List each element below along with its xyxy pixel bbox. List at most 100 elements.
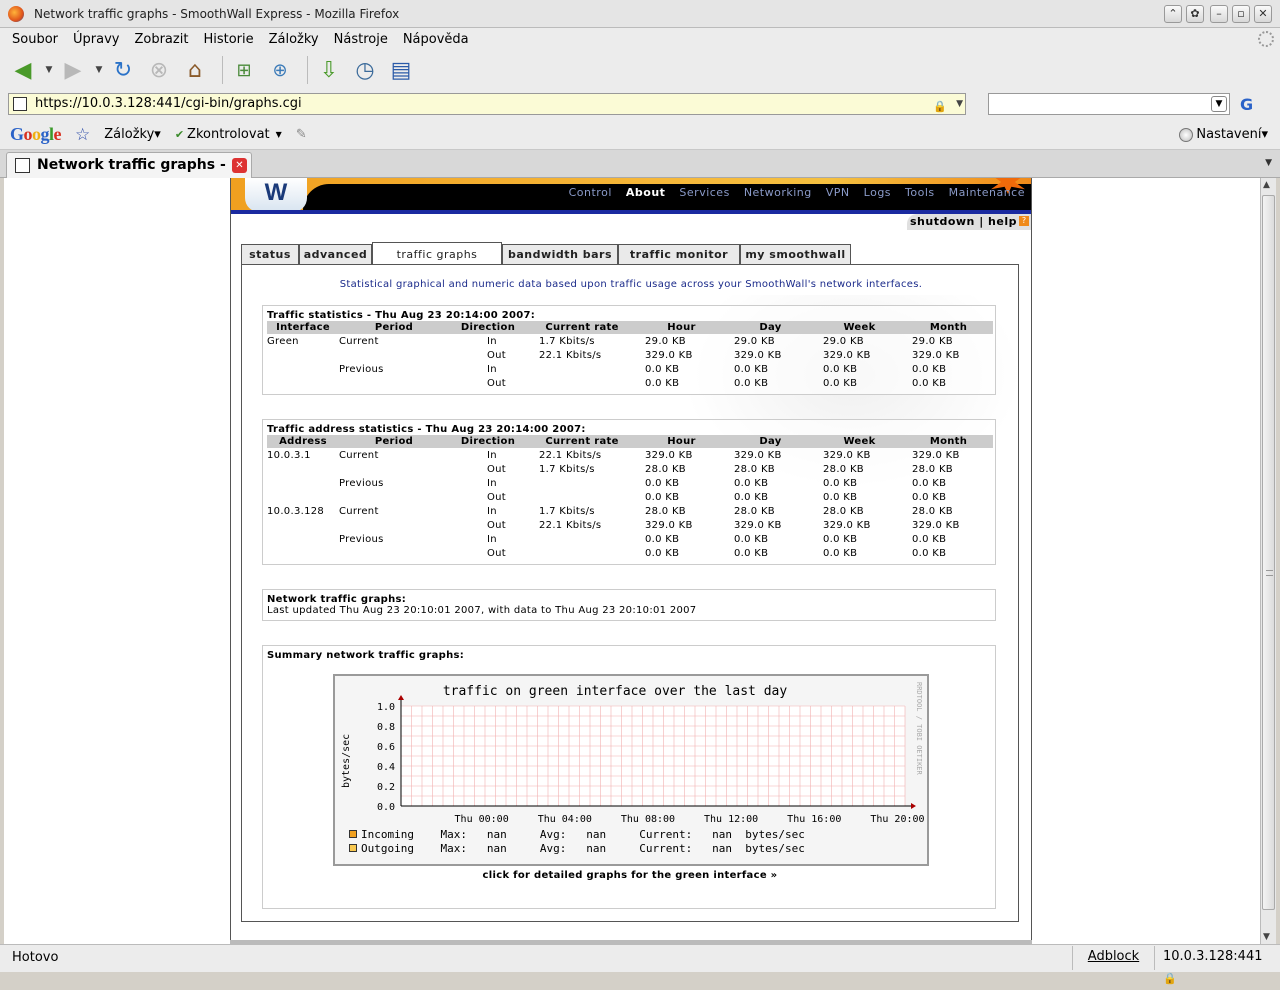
- close-tab-icon[interactable]: ✕: [232, 158, 247, 173]
- table-cell: [527, 490, 637, 504]
- back-history-dropdown[interactable]: ▼: [44, 55, 54, 85]
- tab-network-traffic-graphs[interactable]: Network traffic graphs - ... ✕: [6, 152, 252, 178]
- graphs-updated-text: Last updated Thu Aug 23 20:10:01 2007, w…: [267, 605, 697, 616]
- vertical-scrollbar[interactable]: ▲ ▼: [1260, 178, 1276, 944]
- nav-networking[interactable]: Networking: [744, 186, 812, 199]
- tab-my-smoothwall[interactable]: my smoothwall: [740, 244, 851, 266]
- scroll-down-icon[interactable]: ▼: [1263, 932, 1270, 942]
- table-row: Out 1.7 Kbits/s 28.0 KB 28.0 KB 28.0 KB 28.0 …: [267, 462, 993, 476]
- tab-advanced[interactable]: advanced: [299, 244, 372, 266]
- window-settings-icon[interactable]: ✿: [1186, 5, 1204, 23]
- y-tick-label: 0.4: [377, 762, 395, 773]
- back-arrow-icon[interactable]: ◀: [8, 55, 38, 85]
- graphs-info-title: Network traffic graphs:: [267, 594, 407, 605]
- nav-logs[interactable]: Logs: [864, 186, 891, 199]
- new-window-icon[interactable]: ⊞: [229, 55, 259, 85]
- table-cell: 329.0 KB: [912, 349, 960, 361]
- help-icon[interactable]: ?: [1019, 216, 1029, 226]
- star-icon[interactable]: ☆: [75, 125, 90, 145]
- detailed-graphs-link[interactable]: click for detailed graphs for the green …: [263, 870, 997, 881]
- table-cell: 0.0 KB: [823, 377, 858, 389]
- nav-tools[interactable]: Tools: [905, 186, 935, 199]
- scroll-up-icon[interactable]: ▲: [1263, 180, 1270, 190]
- tab-traffic-monitor[interactable]: traffic monitor: [618, 244, 740, 266]
- nav-maintenance[interactable]: Maintenance: [949, 186, 1025, 199]
- address-input[interactable]: https://10.0.3.128:441/cgi-bin/graphs.cg…: [8, 93, 966, 115]
- stop-icon[interactable]: ⊗: [144, 55, 174, 85]
- bookmarks-menu[interactable]: Záložky▾: [104, 127, 161, 142]
- tab-list-dropdown-icon[interactable]: ▼: [1265, 158, 1272, 168]
- table-cell: 0.0 KB: [912, 377, 947, 389]
- tab-traffic-graphs[interactable]: traffic graphs: [372, 242, 502, 266]
- menu-zalozky[interactable]: Záložky: [269, 32, 319, 47]
- spellcheck-button[interactable]: ✔ Zkontrolovat ▼: [175, 127, 282, 142]
- forward-arrow-icon[interactable]: ▶: [58, 55, 88, 85]
- table-cell: 0.0 KB: [734, 547, 769, 559]
- menu-upravy[interactable]: Úpravy: [73, 32, 119, 47]
- search-dropdown-icon[interactable]: ▼: [1211, 96, 1227, 112]
- sub-header: shutdown | help ?: [231, 214, 1031, 230]
- table-cell: 10.0.3.128: [267, 505, 325, 517]
- address-dropdown-icon[interactable]: ▼: [956, 94, 963, 114]
- nav-about[interactable]: About: [626, 186, 666, 199]
- legend-incoming-label: Incoming: [361, 828, 414, 841]
- table-cell: Out: [487, 463, 507, 475]
- shutdown-help-links[interactable]: shutdown | help: [910, 215, 1017, 228]
- highlighter-icon[interactable]: ✎: [296, 127, 307, 142]
- table-cell: 28.0 KB: [645, 463, 686, 475]
- menu-napoveda[interactable]: Nápověda: [403, 32, 469, 47]
- nav-vpn[interactable]: VPN: [826, 186, 850, 199]
- maximize-button[interactable]: ▫: [1232, 5, 1250, 23]
- search-input[interactable]: ▼: [988, 93, 1230, 115]
- address-text: https://10.0.3.128:441/cgi-bin/graphs.cg…: [35, 96, 302, 111]
- table-cell: 329.0 KB: [823, 349, 871, 361]
- column-header: Hour: [637, 321, 726, 334]
- table-row: Out 0.0 KB 0.0 KB 0.0 KB 0.0 KB: [267, 546, 993, 560]
- table-cell: 329.0 KB: [645, 519, 693, 531]
- menu-zobrazit[interactable]: Zobrazit: [134, 32, 188, 47]
- tab-status[interactable]: status: [241, 244, 299, 266]
- top-navigation: Control About Services Networking VPN Lo…: [555, 186, 1025, 199]
- table-cell: 329.0 KB: [734, 349, 782, 361]
- close-window-button[interactable]: ✕: [1254, 5, 1272, 23]
- new-tab-icon[interactable]: ⊕: [265, 55, 295, 85]
- scrollbar-thumb[interactable]: [1262, 195, 1275, 910]
- reload-icon[interactable]: ↻: [108, 55, 138, 85]
- table-cell: [267, 490, 339, 504]
- home-icon[interactable]: ⌂: [180, 55, 210, 85]
- lock-icon: 🔒: [1163, 972, 1177, 985]
- table-cell: 0.0 KB: [734, 363, 769, 375]
- table-row: Green Current In 1.7 Kbits/s 29.0 KB 29.0 KB 2…: [267, 334, 993, 348]
- table-cell: [267, 462, 339, 476]
- adblock-button[interactable]: Adblock: [1072, 946, 1154, 970]
- column-header: Interface: [267, 321, 339, 334]
- history-clock-icon[interactable]: ◷: [350, 55, 380, 85]
- downloads-icon[interactable]: ⇩: [314, 55, 344, 85]
- table-cell: Previous: [339, 363, 384, 375]
- minimize-button[interactable]: –: [1210, 5, 1228, 23]
- google-logo[interactable]: Google: [10, 124, 62, 145]
- menu-historie[interactable]: Historie: [203, 32, 253, 47]
- traffic-graph[interactable]: traffic on green interface over the last…: [333, 674, 929, 866]
- table-cell: [527, 476, 637, 490]
- google-search-icon[interactable]: G: [1240, 95, 1253, 114]
- menu-nastroje[interactable]: Nástroje: [334, 32, 388, 47]
- table-cell: In: [487, 533, 497, 545]
- bookmarks-icon[interactable]: ▤: [386, 55, 416, 85]
- window-up-icon[interactable]: ⌃: [1164, 5, 1182, 23]
- table-cell: In: [487, 335, 497, 347]
- forward-history-dropdown[interactable]: ▼: [94, 55, 104, 85]
- table-cell: 22.1 Kbits/s: [539, 349, 602, 361]
- tab-bandwidth-bars[interactable]: bandwidth bars: [502, 244, 618, 266]
- nav-services[interactable]: Services: [679, 186, 729, 199]
- settings-button[interactable]: Nastavení▾: [1179, 127, 1268, 142]
- lock-icon[interactable]: 🔒: [933, 97, 947, 117]
- table-cell: [267, 376, 339, 390]
- host-indicator[interactable]: 10.0.3.128:441 🔒: [1154, 946, 1280, 985]
- nav-control[interactable]: Control: [569, 186, 612, 199]
- table-cell: 0.0 KB: [912, 363, 947, 375]
- incoming-swatch: [349, 830, 357, 838]
- menu-soubor[interactable]: Soubor: [12, 32, 58, 47]
- x-tick-label: Thu 20:00: [870, 814, 924, 825]
- table-row: Previous In 0.0 KB 0.0 KB 0.0 KB 0.0 KB: [267, 532, 993, 546]
